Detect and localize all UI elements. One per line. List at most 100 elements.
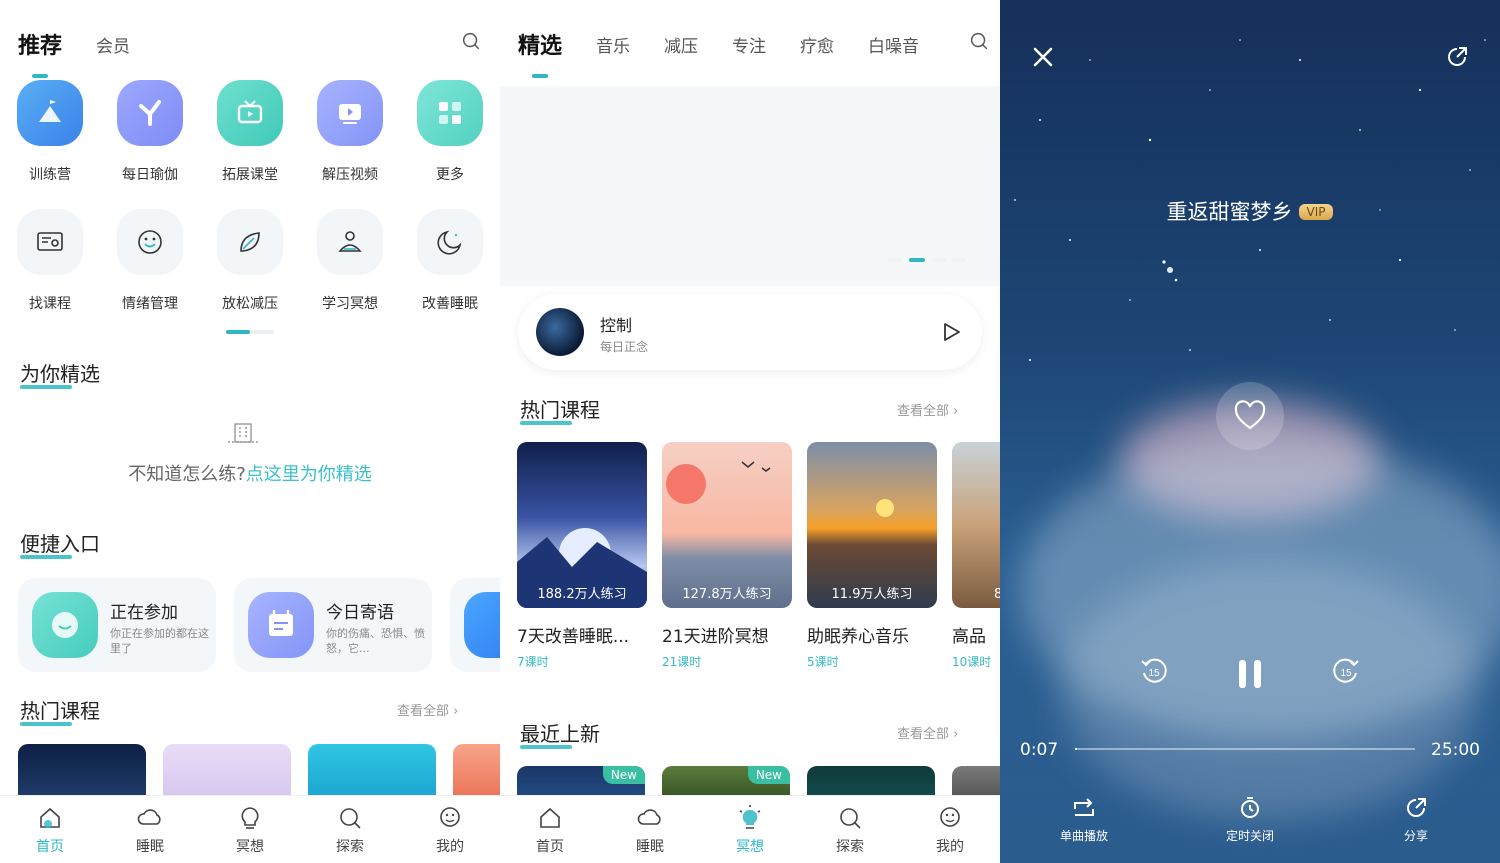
banner-carousel[interactable]: [500, 86, 1000, 286]
grid-label: 训练营: [29, 167, 71, 183]
grid-item-yoga[interactable]: 每日瑜伽: [100, 80, 200, 184]
nav-meditate[interactable]: 冥想: [200, 796, 300, 863]
nav-label: 探索: [836, 839, 864, 855]
quick-card-quote[interactable]: 今日寄语 你的伤痛、恐惧、愤怒，它...: [234, 578, 432, 672]
bulb-icon: [241, 807, 259, 829]
grid-item-class[interactable]: 拓展课堂: [200, 80, 300, 184]
nav-label: 首页: [536, 839, 564, 855]
progress-bar[interactable]: [1075, 748, 1415, 750]
banner-dot-active: [909, 258, 925, 262]
forward-15-icon[interactable]: 15: [1330, 655, 1362, 687]
nav-profile[interactable]: 我的: [900, 796, 1000, 863]
timer-button[interactable]: 定时关闭: [1210, 795, 1290, 844]
nav-profile[interactable]: 我的: [400, 796, 500, 863]
calendar-icon: [248, 592, 314, 658]
skip-seconds: 15: [1148, 668, 1160, 679]
course-lessons: 7课时: [517, 655, 549, 669]
course-card[interactable]: 8 高品 10课时: [952, 442, 1000, 670]
nav-explore[interactable]: 探索: [300, 796, 400, 863]
progress-fill: [1075, 748, 1077, 750]
tab-music[interactable]: 音乐: [596, 32, 630, 57]
feature-grid-row1: 训练营 每日瑜伽 拓展课堂 解压视频 更多: [0, 80, 500, 184]
track-cover: [536, 308, 584, 356]
chevron-right-icon: ›: [953, 404, 959, 419]
quick-card-desc: 你的伤痛、恐惧、愤怒，它...: [326, 627, 425, 655]
nav-home[interactable]: 首页: [0, 796, 100, 863]
select-panel: 精选 音乐 减压 专注 疗愈 白噪音 控制 每日正念 热门课程 查看全部 › 1…: [500, 0, 1000, 863]
repeat-icon: [1074, 798, 1094, 816]
for-you-link[interactable]: 点这里为你精选: [246, 464, 372, 485]
banner-dot: [952, 258, 966, 262]
quick-card-desc: 你正在参加的都在这里了: [110, 627, 209, 655]
hot-courses-title: 热门课程: [20, 695, 100, 726]
nav-meditate[interactable]: 冥想: [700, 796, 800, 863]
nav-sleep[interactable]: 睡眠: [600, 796, 700, 863]
banner-dot: [888, 258, 902, 262]
nav-label: 我的: [436, 839, 464, 855]
nav-home[interactable]: 首页: [500, 796, 600, 863]
grid-item-more[interactable]: 更多: [400, 80, 500, 184]
course-image: 188.2万人练习: [517, 442, 647, 608]
skip-seconds: 15: [1340, 668, 1352, 679]
course-card[interactable]: 11.9万人练习 助眠养心音乐 5课时: [807, 442, 937, 670]
home-icon: [540, 807, 560, 828]
tv-icon: [217, 80, 283, 146]
like-button[interactable]: [1216, 382, 1284, 450]
quick-card-partial[interactable]: [450, 578, 500, 672]
play-icon[interactable]: [940, 321, 962, 343]
grid-label: 放松减压: [222, 296, 278, 312]
grid-item-relax[interactable]: 放松减压: [200, 209, 300, 313]
see-all-text: 查看全部: [897, 404, 950, 419]
mini-player[interactable]: 控制 每日正念: [518, 294, 982, 370]
share-icon[interactable]: [1444, 44, 1470, 70]
rewind-15-icon[interactable]: 15: [1138, 655, 1170, 687]
grid-item-sleep[interactable]: 改善睡眠: [400, 209, 500, 313]
share-button[interactable]: 分享: [1376, 795, 1456, 844]
pause-button[interactable]: [1236, 658, 1264, 690]
grid-item-camp[interactable]: 训练营: [0, 80, 100, 184]
single-loop-button[interactable]: 单曲播放: [1044, 795, 1124, 844]
grid-label: 找课程: [29, 296, 71, 312]
nav-sleep[interactable]: 睡眠: [100, 796, 200, 863]
grid-item-find-course[interactable]: 找课程: [0, 209, 100, 313]
for-you-title-text: 为你精选: [20, 362, 100, 386]
new-arrivals-title-text: 最近上新: [520, 722, 600, 746]
video-icon: [317, 80, 383, 146]
search-icon[interactable]: [460, 30, 482, 52]
smile-icon: [117, 209, 183, 275]
total-time: 25:00: [1431, 740, 1480, 760]
close-icon[interactable]: [1030, 44, 1056, 70]
course-image: 8: [952, 442, 1000, 608]
joined-icon: [32, 592, 98, 658]
course-card[interactable]: 188.2万人练习 7天改善睡眠... 7课时: [517, 442, 647, 670]
grid-pager-active: [226, 330, 250, 334]
mini-player-title: 控制: [600, 316, 633, 335]
tab-focus[interactable]: 专注: [732, 32, 766, 57]
see-all-link[interactable]: 查看全部 ›: [897, 400, 958, 419]
nav-explore[interactable]: 探索: [800, 796, 900, 863]
bottom-nav: 首页 睡眠 冥想 探索 我的: [500, 795, 1000, 863]
see-all-link[interactable]: 查看全部 ›: [397, 700, 458, 719]
quick-card-joined[interactable]: 正在参加 你正在参加的都在这里了: [18, 578, 216, 672]
course-lessons: 10课时: [952, 655, 992, 669]
tab-member[interactable]: 会员: [96, 32, 130, 57]
see-all-link[interactable]: 查看全部 ›: [897, 723, 958, 742]
tab-featured[interactable]: 精选: [518, 28, 562, 60]
banner-dot: [932, 258, 946, 262]
grid-item-emotion[interactable]: 情绪管理: [100, 209, 200, 313]
cloud-icon: [637, 809, 661, 825]
course-title: 助眠养心音乐: [807, 627, 909, 647]
tab-white-noise[interactable]: 白噪音: [868, 32, 919, 57]
course-lessons: 21课时: [662, 655, 702, 669]
grid-item-video[interactable]: 解压视频: [300, 80, 400, 184]
grid-label: 情绪管理: [122, 296, 178, 312]
tab-heal[interactable]: 疗愈: [800, 32, 834, 57]
search-icon[interactable]: [968, 30, 990, 52]
grid-item-meditate[interactable]: 学习冥想: [300, 209, 400, 313]
nav-label: 我的: [936, 839, 964, 855]
course-card[interactable]: 127.8万人练习 21天进阶冥想 21课时: [662, 442, 792, 670]
tab-stress[interactable]: 减压: [664, 32, 698, 57]
tab-recommend[interactable]: 推荐: [18, 28, 62, 60]
track-title-row: 重返甜蜜梦乡 VIP: [1000, 196, 1500, 226]
grid-label: 拓展课堂: [222, 167, 278, 183]
